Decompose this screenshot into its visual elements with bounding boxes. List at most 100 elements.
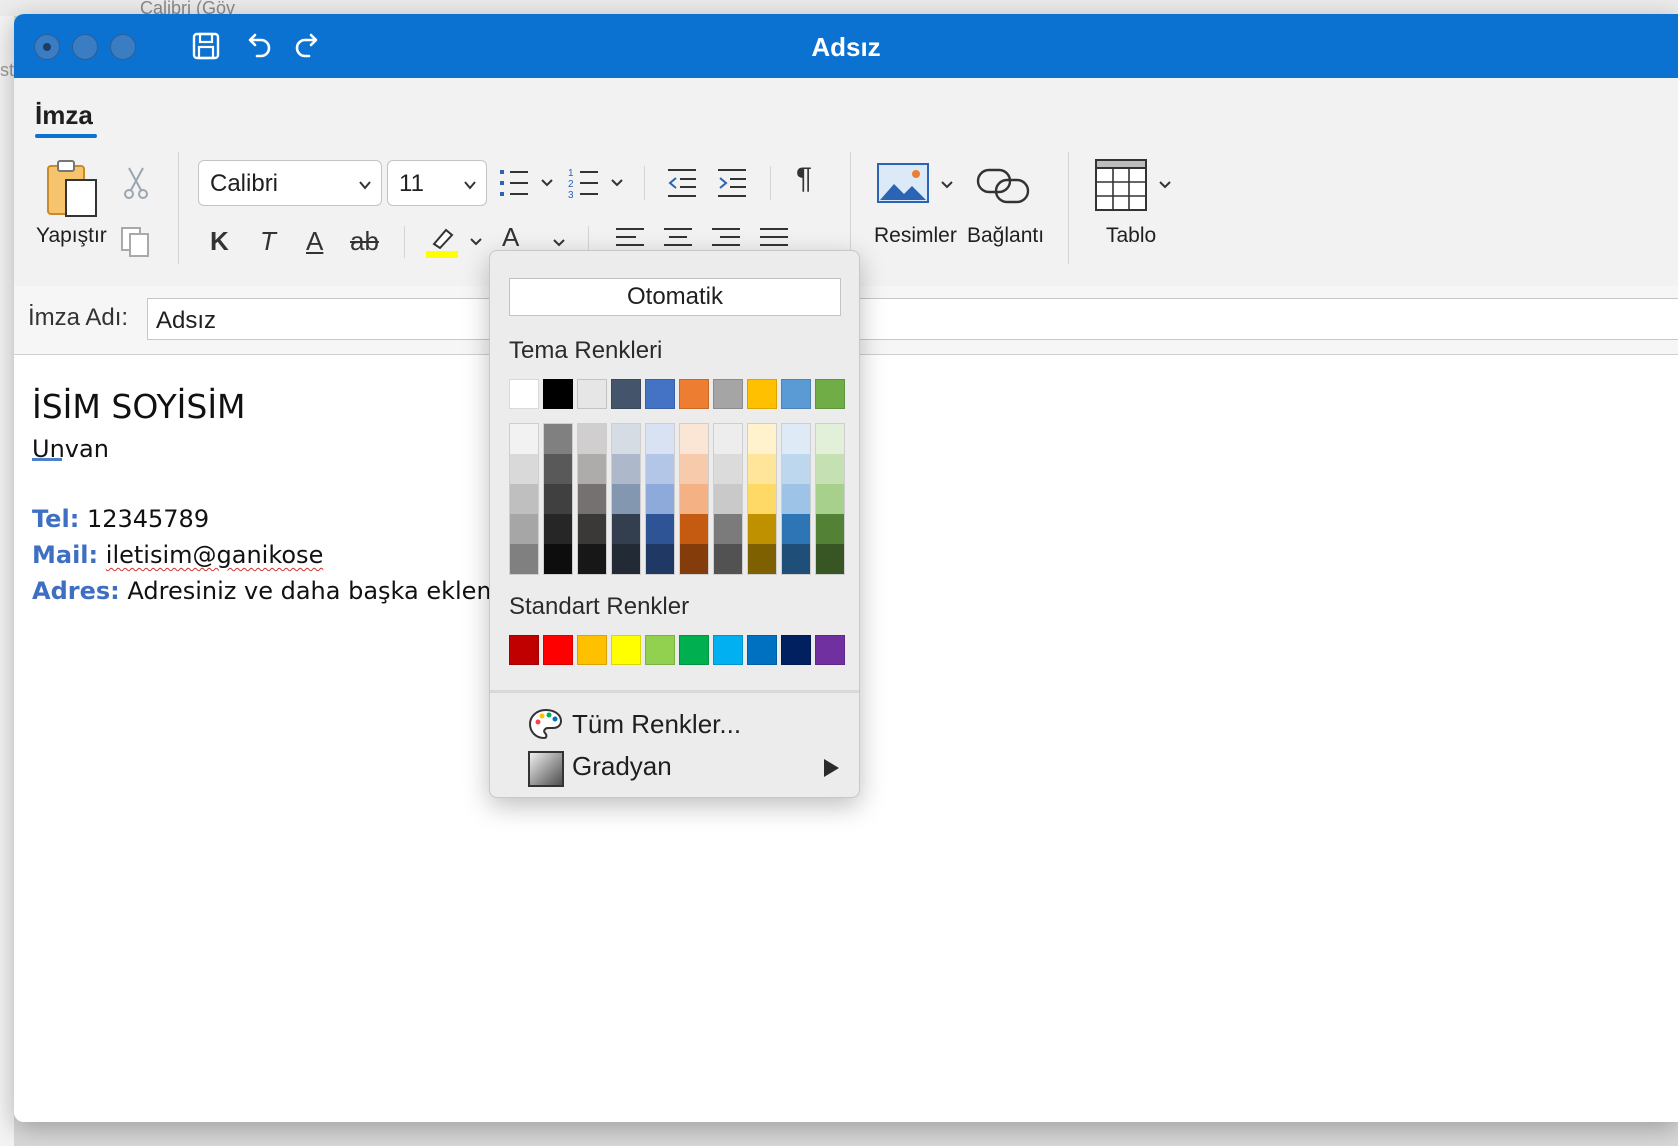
bullet-list-icon[interactable] [498, 166, 562, 200]
standard-color-swatch[interactable] [747, 635, 777, 665]
theme-shade-swatch[interactable] [816, 454, 844, 484]
table-icon[interactable] [1094, 158, 1184, 214]
font-name-combo[interactable]: Calibri [198, 160, 382, 206]
address-label: Adres: [32, 577, 120, 605]
theme-color-swatch[interactable] [781, 379, 811, 409]
highlighter-icon[interactable] [424, 222, 486, 260]
theme-shade-swatch[interactable] [646, 454, 674, 484]
cut-icon[interactable] [122, 166, 150, 200]
theme-shade-swatch[interactable] [714, 544, 742, 574]
theme-shade-swatch[interactable] [680, 544, 708, 574]
theme-shade-swatch[interactable] [578, 514, 606, 544]
theme-shade-swatch[interactable] [544, 514, 572, 544]
theme-color-swatch[interactable] [713, 379, 743, 409]
theme-shade-swatch[interactable] [714, 514, 742, 544]
theme-color-swatch[interactable] [543, 379, 573, 409]
decrease-indent-icon[interactable] [666, 166, 700, 200]
theme-shade-swatch[interactable] [782, 454, 810, 484]
underline-button[interactable]: A [306, 226, 323, 257]
theme-shade-swatch[interactable] [782, 544, 810, 574]
standard-color-swatch[interactable] [781, 635, 811, 665]
theme-shade-swatch[interactable] [816, 514, 844, 544]
theme-shade-column [645, 423, 675, 575]
autocorrect-indicator[interactable] [32, 458, 62, 461]
theme-shade-swatch[interactable] [510, 454, 538, 484]
theme-color-swatch[interactable] [747, 379, 777, 409]
show-formatting-icon[interactable]: ¶ [796, 162, 812, 196]
pictures-label[interactable]: Resimler [874, 224, 957, 248]
theme-shade-swatch[interactable] [646, 484, 674, 514]
theme-shade-swatch[interactable] [646, 544, 674, 574]
theme-shade-swatch[interactable] [714, 424, 742, 454]
link-label[interactable]: Bağlantı [967, 224, 1044, 248]
theme-shade-swatch[interactable] [680, 454, 708, 484]
theme-color-swatch[interactable] [611, 379, 641, 409]
theme-shade-swatch[interactable] [748, 544, 776, 574]
standard-color-swatch[interactable] [611, 635, 641, 665]
strikethrough-button[interactable]: ab [350, 226, 379, 257]
theme-shade-swatch[interactable] [816, 484, 844, 514]
standard-color-swatch[interactable] [679, 635, 709, 665]
tab-imza[interactable]: İmza [35, 100, 93, 131]
theme-shade-swatch[interactable] [816, 544, 844, 574]
automatic-color-button[interactable]: Otomatik [509, 278, 841, 316]
copy-icon[interactable] [120, 226, 152, 258]
theme-shade-swatch[interactable] [578, 454, 606, 484]
theme-shade-swatch[interactable] [578, 484, 606, 514]
theme-color-swatch[interactable] [679, 379, 709, 409]
numbered-list-icon[interactable]: 1 2 3 [568, 166, 632, 200]
theme-shade-swatch[interactable] [680, 484, 708, 514]
theme-shade-swatch[interactable] [782, 484, 810, 514]
theme-shade-swatch[interactable] [680, 424, 708, 454]
paste-icon[interactable] [44, 158, 100, 220]
theme-shade-swatch[interactable] [612, 544, 640, 574]
signature-name-field[interactable]: Adsız [147, 298, 1678, 340]
theme-shade-swatch[interactable] [816, 424, 844, 454]
theme-shade-swatch[interactable] [510, 424, 538, 454]
italic-button[interactable]: T [260, 226, 276, 257]
theme-shade-swatch[interactable] [646, 514, 674, 544]
theme-shade-swatch[interactable] [748, 454, 776, 484]
theme-shade-swatch[interactable] [748, 424, 776, 454]
theme-shade-swatch[interactable] [510, 514, 538, 544]
theme-shade-swatch[interactable] [510, 484, 538, 514]
theme-color-swatch[interactable] [577, 379, 607, 409]
theme-color-swatch[interactable] [645, 379, 675, 409]
theme-shade-swatch[interactable] [646, 424, 674, 454]
theme-shade-swatch[interactable] [612, 484, 640, 514]
theme-shade-swatch[interactable] [612, 514, 640, 544]
standard-color-swatch[interactable] [645, 635, 675, 665]
theme-color-swatch[interactable] [815, 379, 845, 409]
theme-shade-swatch[interactable] [782, 424, 810, 454]
theme-shade-swatch[interactable] [544, 454, 572, 484]
table-label[interactable]: Tablo [1106, 224, 1156, 248]
bold-button[interactable]: K [210, 226, 229, 257]
increase-indent-icon[interactable] [716, 166, 750, 200]
theme-shade-swatch[interactable] [510, 544, 538, 574]
standard-color-swatch[interactable] [713, 635, 743, 665]
link-icon[interactable] [976, 164, 1032, 208]
standard-color-swatch[interactable] [577, 635, 607, 665]
standard-colors-label: Standart Renkler [509, 593, 690, 620]
theme-color-swatch[interactable] [509, 379, 539, 409]
standard-color-swatch[interactable] [815, 635, 845, 665]
pictures-icon[interactable] [876, 162, 962, 208]
font-size-combo[interactable]: 11 [387, 160, 487, 206]
theme-shade-swatch[interactable] [714, 454, 742, 484]
theme-shade-swatch[interactable] [782, 514, 810, 544]
theme-shade-swatch[interactable] [612, 424, 640, 454]
theme-shade-swatch[interactable] [544, 424, 572, 454]
standard-color-swatch[interactable] [543, 635, 573, 665]
theme-shade-column [781, 423, 811, 575]
ribbon-separator [850, 152, 851, 264]
theme-shade-swatch[interactable] [680, 514, 708, 544]
theme-shade-swatch[interactable] [612, 454, 640, 484]
standard-color-swatch[interactable] [509, 635, 539, 665]
theme-shade-swatch[interactable] [748, 484, 776, 514]
theme-shade-swatch[interactable] [578, 544, 606, 574]
theme-shade-swatch[interactable] [544, 484, 572, 514]
theme-shade-swatch[interactable] [544, 544, 572, 574]
theme-shade-swatch[interactable] [714, 484, 742, 514]
theme-shade-swatch[interactable] [748, 514, 776, 544]
theme-shade-swatch[interactable] [578, 424, 606, 454]
